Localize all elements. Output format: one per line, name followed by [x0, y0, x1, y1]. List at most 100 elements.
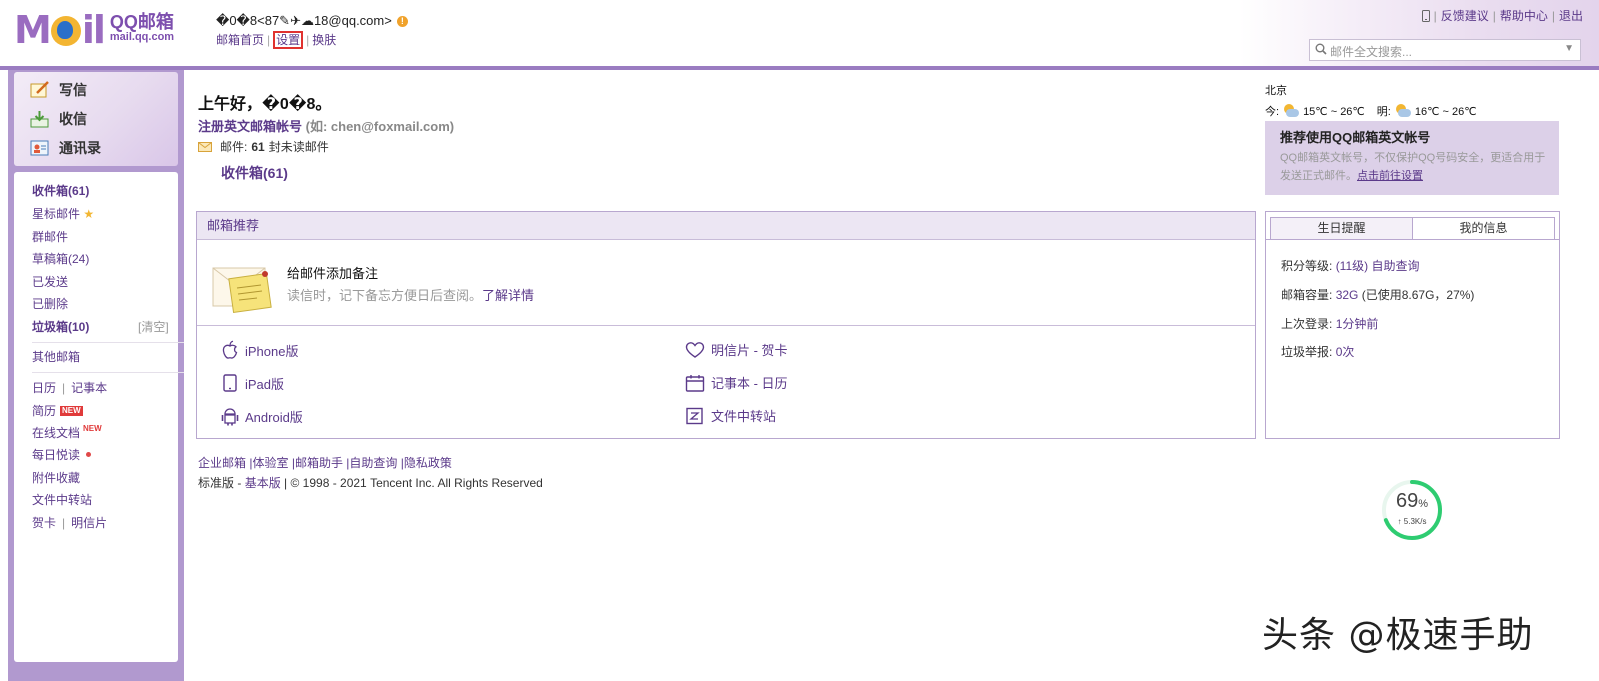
spam-clear-link[interactable]: [清空]	[138, 318, 169, 335]
weather-city: 北京	[1265, 85, 1287, 97]
footer-link[interactable]: 隐私政策	[404, 456, 452, 470]
card-row: 贺卡 | 明信片	[32, 516, 108, 530]
docs-link[interactable]: 在线文档 NEW	[32, 424, 102, 441]
postcard-link[interactable]: 明信片	[71, 516, 107, 530]
footer-link[interactable]: 体验室	[252, 456, 288, 470]
last-login-value[interactable]: 1分钟前	[1336, 317, 1379, 331]
mobile-icon[interactable]	[1421, 10, 1430, 22]
promo-link[interactable]: 点击前往设置	[1357, 170, 1423, 182]
contacts-icon	[30, 140, 49, 156]
contacts-button[interactable]: 通讯录	[30, 137, 101, 159]
divider	[197, 325, 1255, 326]
footer-link[interactable]: 邮箱助手	[295, 456, 343, 470]
copyright-row: 标准版 - 基本版 | © 1998 - 2021 Tencent Inc. A…	[198, 476, 543, 490]
weather: 北京 今: 15℃ ~ 26℃ 明: 16℃ ~ 26℃	[1265, 82, 1477, 119]
notebook-link[interactable]: 记事本	[71, 381, 107, 395]
app-transfer[interactable]: 文件中转站	[685, 406, 776, 425]
nav-settings[interactable]: 设置	[273, 31, 304, 49]
star-icon: ★	[83, 207, 95, 221]
app-iphone[interactable]: iPhone版	[221, 340, 298, 360]
footer-links: 企业邮箱 |体验室 |邮箱助手 |自助查询 |隐私政策	[198, 456, 452, 470]
folder-starred[interactable]: 星标邮件 ★	[32, 205, 94, 222]
alert-icon[interactable]: !	[396, 16, 408, 27]
receive-button[interactable]: 收信	[30, 108, 87, 130]
inbox-link[interactable]: 收件箱(61)	[221, 163, 288, 183]
envelope-icon	[198, 141, 212, 152]
notification-dot-icon	[86, 452, 92, 457]
header-band	[0, 66, 1599, 70]
register-link[interactable]: 注册英文邮箱帐号	[198, 119, 302, 134]
tab-my-info[interactable]: 我的信息	[1412, 217, 1555, 240]
compose-label: 写信	[59, 82, 87, 98]
logo-text: QQ邮箱	[109, 12, 174, 32]
folder-drafts[interactable]: 草稿箱(24)	[32, 250, 89, 267]
nav-home[interactable]: 邮箱首页	[216, 33, 264, 47]
folder-other[interactable]: 其他邮箱	[32, 348, 80, 365]
contacts-label: 通讯录	[59, 140, 101, 156]
folder-sent[interactable]: 已发送	[32, 273, 68, 290]
inbox-icon	[30, 111, 49, 128]
folder-group[interactable]: 群邮件	[32, 228, 68, 245]
capacity-value[interactable]: 32G	[1336, 288, 1359, 302]
recommend-panel: 邮箱推荐 给邮件添加备注 读信时，记下备忘方便日后查阅。了解详情 iPhone版…	[196, 211, 1256, 439]
speed-gauge[interactable]: 69% ↑ 5.3K/s	[1381, 479, 1443, 541]
today-temp: 15℃ ~ 26℃	[1303, 105, 1365, 118]
logo-m: M	[14, 8, 52, 52]
attachments-link[interactable]: 附件收藏	[32, 469, 80, 486]
folder-panel: 收件箱(61) 星标邮件 ★ 群邮件 草稿箱(24) 已发送 已删除 垃圾箱(1…	[14, 172, 184, 662]
help-link[interactable]: 帮助中心	[1500, 9, 1548, 23]
logout-link[interactable]: 退出	[1559, 9, 1583, 23]
note-icon	[212, 267, 272, 314]
spam-report-value[interactable]: 0次	[1336, 345, 1355, 359]
daily-link[interactable]: 每日悦读	[32, 446, 92, 463]
calendar-icon	[685, 374, 705, 392]
self-query-link[interactable]: 自助查询	[1371, 259, 1419, 273]
app-notebook[interactable]: 记事本 - 日历	[685, 373, 788, 392]
folder-inbox[interactable]: 收件箱(61)	[32, 182, 89, 199]
version-basic-link[interactable]: 基本版	[245, 476, 281, 490]
footer-link[interactable]: 自助查询	[349, 456, 397, 470]
register-row: 注册英文邮箱帐号 (如: chen@foxmail.com)	[198, 116, 454, 135]
tab-birthday[interactable]: 生日提醒	[1270, 217, 1413, 240]
logo-il: il	[81, 8, 106, 52]
top-nav: 邮箱首页 | 设置 | 换肤	[216, 31, 337, 49]
android-icon	[221, 408, 239, 426]
compose-button[interactable]: 写信	[30, 79, 87, 101]
promo-desc: QQ邮箱英文帐号，不仅保护QQ号码安全，更适合用于发送正式邮件。点击前往设置	[1280, 152, 1546, 182]
promo-title: 推荐使用QQ邮箱英文帐号	[1280, 130, 1431, 145]
feature-title: 给邮件添加备注	[287, 266, 379, 281]
app-android[interactable]: Android版	[221, 406, 303, 426]
folder-deleted[interactable]: 已删除	[32, 295, 68, 312]
gauge-speed: ↑ 5.3K/s	[1397, 517, 1427, 526]
footer-link[interactable]: 企业邮箱	[198, 456, 246, 470]
transfer-link[interactable]: 文件中转站	[32, 491, 92, 508]
chevron-down-icon[interactable]: ▼	[1564, 43, 1574, 54]
receive-label: 收信	[59, 111, 87, 127]
new-badge: NEW	[83, 424, 102, 433]
search-input[interactable]: 邮件全文搜索...	[1330, 43, 1412, 60]
unread-link[interactable]: 封未读邮件	[269, 138, 329, 155]
tomorrow-temp: 16℃ ~ 26℃	[1414, 105, 1477, 118]
card-link[interactable]: 贺卡	[32, 516, 56, 530]
nav-skin[interactable]: 换肤	[312, 33, 336, 47]
greeting: 上午好，�0�8。	[198, 96, 332, 113]
logo[interactable]: M il QQ邮箱 mail.qq.com	[14, 10, 174, 50]
app-ipad[interactable]: iPad版	[221, 373, 284, 393]
level-value[interactable]: (11级)	[1336, 259, 1368, 273]
logo-domain: mail.qq.com	[109, 31, 175, 43]
resume-link[interactable]: 简历 NEW	[32, 402, 83, 419]
partly-cloudy-icon	[1395, 104, 1411, 118]
search-icon	[1315, 43, 1327, 55]
app-postcard[interactable]: 明信片 - 贺卡	[685, 340, 788, 359]
compose-icon	[30, 81, 49, 98]
search-box[interactable]: 邮件全文搜索... ▼	[1309, 39, 1581, 61]
toolbar-panel: 写信 收信 通讯录	[14, 72, 178, 166]
promo-box: 推荐使用QQ邮箱英文帐号 QQ邮箱英文帐号，不仅保护QQ号码安全，更适合用于发送…	[1265, 121, 1559, 195]
calendar-link[interactable]: 日历	[32, 381, 56, 395]
logo-penguin-icon	[50, 16, 81, 46]
folder-spam[interactable]: 垃圾箱(10)	[32, 318, 89, 335]
unread-count: 61	[251, 139, 265, 154]
learn-more-link[interactable]: 了解详情	[482, 288, 534, 303]
file-transfer-icon	[686, 407, 703, 424]
feedback-link[interactable]: 反馈建议	[1441, 9, 1489, 23]
